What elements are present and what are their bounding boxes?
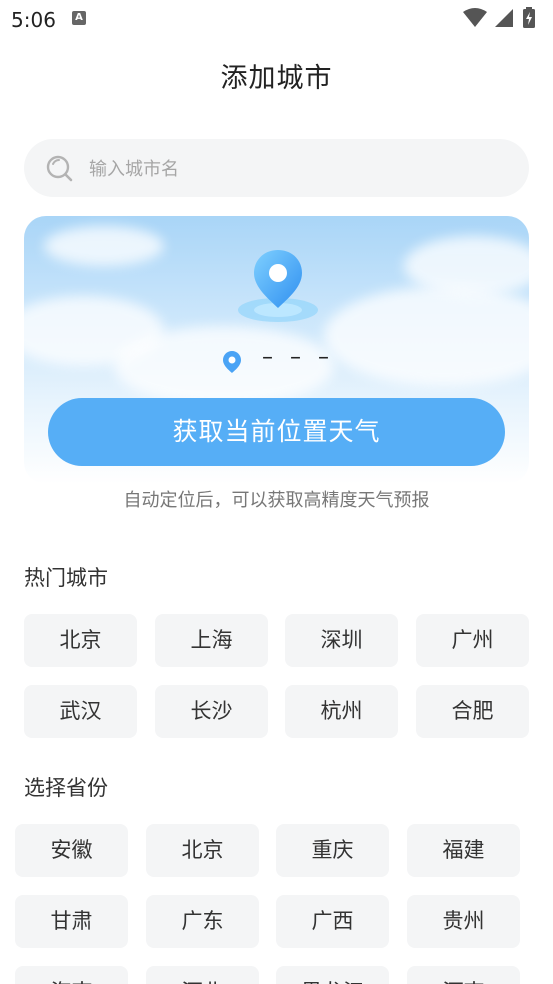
province-chip[interactable]: 黑龙江 <box>276 966 389 984</box>
hot-city-chip[interactable]: 长沙 <box>155 685 268 738</box>
province-chip[interactable]: 广西 <box>276 895 389 948</box>
location-pin-icon <box>238 250 318 322</box>
province-chip[interactable]: 甘肃 <box>15 895 128 948</box>
province-chip[interactable]: 福建 <box>407 824 520 877</box>
hot-city-chip[interactable]: 北京 <box>24 614 137 667</box>
province-chip[interactable]: 重庆 <box>276 824 389 877</box>
search-icon <box>46 155 73 182</box>
province-chip[interactable]: 安徽 <box>15 824 128 877</box>
province-chip[interactable]: 贵州 <box>407 895 520 948</box>
location-marker-icon <box>223 351 241 373</box>
location-name: – – – <box>262 345 334 370</box>
cloud-decoration <box>44 226 164 266</box>
cloud-decoration <box>324 286 529 386</box>
province-chip[interactable]: 河南 <box>407 966 520 984</box>
search-box[interactable] <box>24 139 529 199</box>
locate-hint: 自动定位后，可以获取高精度天气预报 <box>123 490 430 511</box>
hot-city-chip[interactable]: 合肥 <box>416 685 529 738</box>
signal-icon <box>495 9 513 27</box>
status-icons <box>461 6 545 30</box>
provinces-title: 选择省份 <box>24 776 108 800</box>
notification-icon: A <box>72 11 86 25</box>
hot-cities-title: 热门城市 <box>24 566 108 590</box>
hot-city-chip[interactable]: 广州 <box>416 614 529 667</box>
search-input[interactable] <box>87 139 511 199</box>
province-chip[interactable]: 河北 <box>146 966 259 984</box>
battery-charging-icon <box>523 7 535 28</box>
page-title: 添加城市 <box>220 63 333 94</box>
hot-city-chip[interactable]: 上海 <box>155 614 268 667</box>
hot-city-chip[interactable]: 杭州 <box>285 685 398 738</box>
status-bar: 5:06 A <box>0 0 553 38</box>
province-chip[interactable]: 北京 <box>146 824 259 877</box>
province-chip[interactable]: 广东 <box>146 895 259 948</box>
wifi-icon <box>463 8 487 27</box>
get-location-weather-button[interactable]: 获取当前位置天气 <box>48 398 505 466</box>
province-chip[interactable]: 海南 <box>15 966 128 984</box>
hot-city-chip[interactable]: 武汉 <box>24 685 137 738</box>
status-time: 5:06 <box>11 8 56 32</box>
hot-city-chip[interactable]: 深圳 <box>285 614 398 667</box>
